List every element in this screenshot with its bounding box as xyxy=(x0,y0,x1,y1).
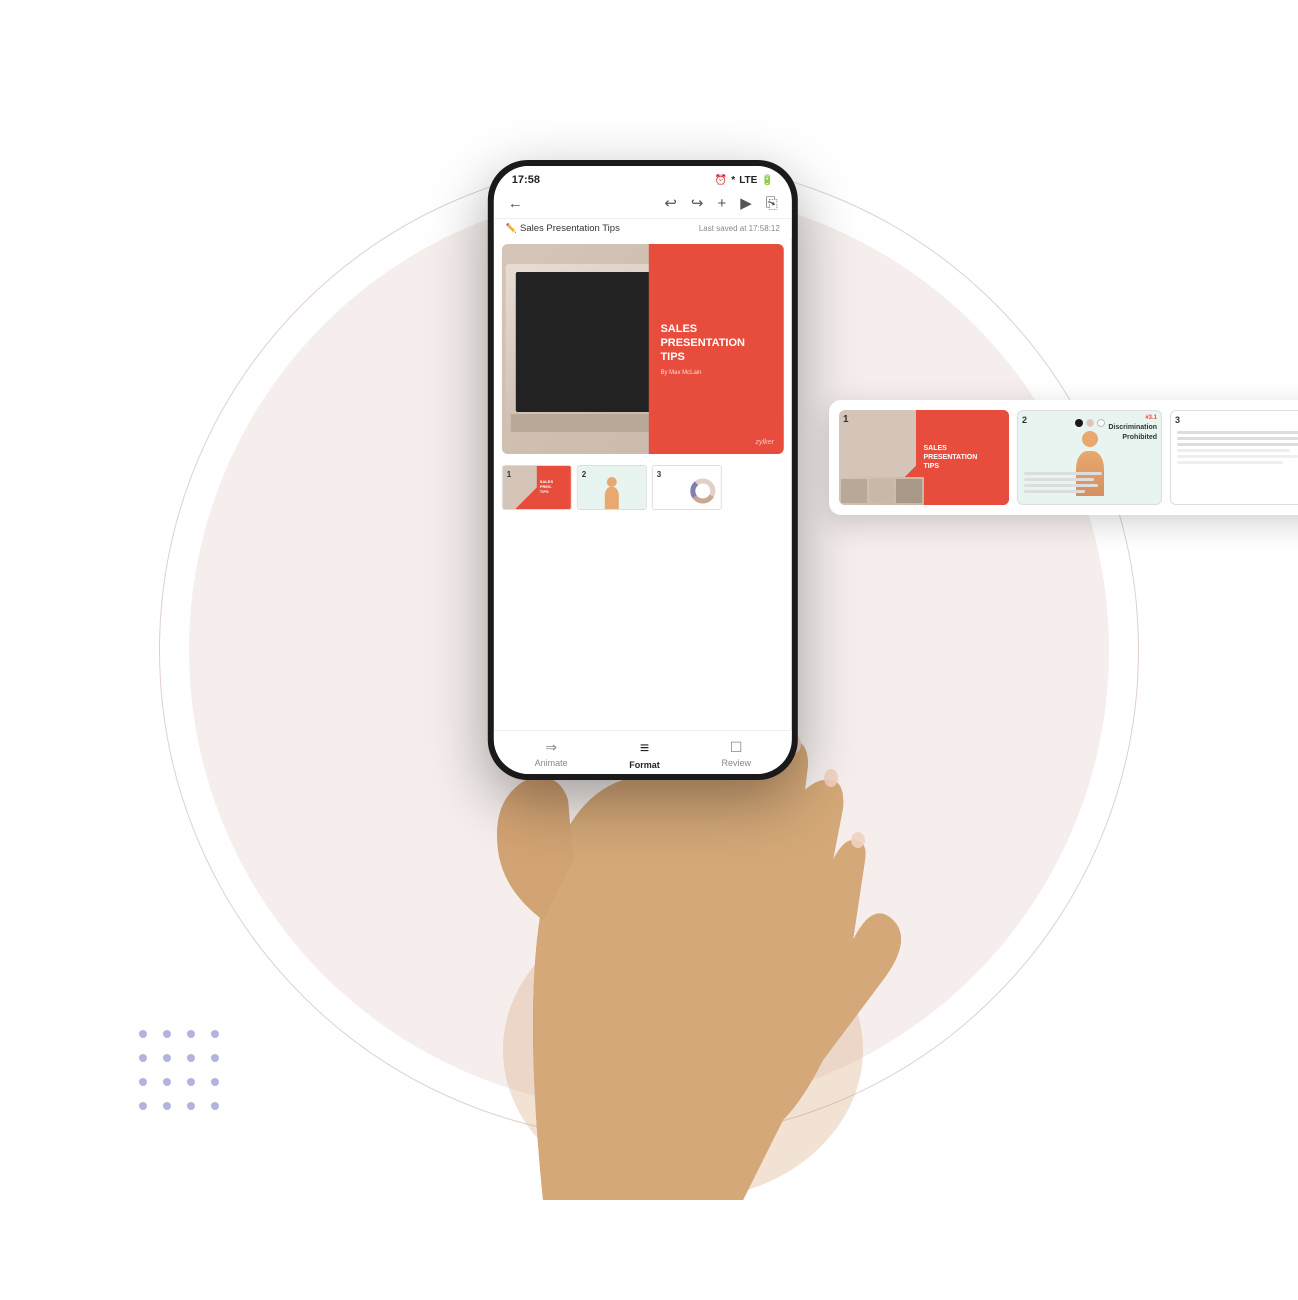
popup-slide-1-red-box: SALESPRESENTATIONTIPS xyxy=(916,410,1010,505)
nav-format[interactable]: ≡ Format xyxy=(629,740,660,768)
scene: 17:58 ⏰ * LTE 🔋 ← ↩ ↪ + ▶ xyxy=(99,100,1199,1200)
popup-person-head xyxy=(1082,431,1098,447)
phone-device: 17:58 ⏰ * LTE 🔋 ← ↩ ↪ + ▶ xyxy=(488,160,798,780)
main-slide-view[interactable]: SALESPRESENTATIONTIPS By Max McLain zylk… xyxy=(502,244,784,454)
redo-button[interactable]: ↪ xyxy=(691,194,704,212)
doc-title: Sales Presentation Tips xyxy=(520,223,620,234)
slide-thumbnail-strip: 1 SALESPRES.TIPS 2 xyxy=(494,460,792,515)
slide-popup-panel: 1 SALESPRESENTATIONTIPS 2 #3.1Discrimina… xyxy=(829,400,1298,515)
thumb-2-num: 2 xyxy=(582,470,586,479)
animate-label: Animate xyxy=(535,758,568,768)
slide-logo: zylker xyxy=(756,439,774,446)
popup-text-lines xyxy=(1024,472,1111,496)
popup-slide-1[interactable]: 1 SALESPRESENTATIONTIPS xyxy=(839,410,1009,505)
share-button[interactable]: ⎘ xyxy=(766,195,778,212)
edit-icon: ✏️ xyxy=(506,223,517,234)
popup-slide-2[interactable]: 2 #3.1DiscriminationProhibited xyxy=(1017,410,1162,505)
dot-grid-decoration xyxy=(139,1030,229,1120)
back-button[interactable]: ← xyxy=(508,195,523,212)
slide-thumb-1[interactable]: 1 SALESPRES.TIPS xyxy=(502,465,572,510)
doc-title-bar: ✏️ Sales Presentation Tips Last saved at… xyxy=(494,219,792,238)
status-time: 17:58 xyxy=(512,174,540,186)
slide-thumb-3[interactable]: 3 xyxy=(652,465,722,510)
popup-slide-3[interactable]: 3 at a Glance xyxy=(1170,410,1298,505)
format-active-indicator xyxy=(629,774,660,775)
slide-thumb-2[interactable]: 2 xyxy=(577,465,647,510)
popup-slide-3-num: 3 xyxy=(1175,415,1180,425)
popup-slide-3-text xyxy=(1177,431,1298,467)
slide-red-box: SALESPRESENTATIONTIPS By Max McLain xyxy=(648,244,783,454)
app-toolbar: ← ↩ ↪ + ▶ ⎘ xyxy=(494,190,792,219)
lte-icon: LTE xyxy=(739,175,757,186)
popup-slide-1-title: SALESPRESENTATIONTIPS xyxy=(924,444,1002,471)
status-icons: ⏰ * LTE 🔋 xyxy=(715,175,774,186)
nav-animate[interactable]: ⇒ Animate xyxy=(535,739,568,768)
phone-screen: 17:58 ⏰ * LTE 🔋 ← ↩ ↪ + ▶ xyxy=(494,166,792,774)
slide-title: SALESPRESENTATIONTIPS xyxy=(660,322,771,365)
slide-author: By Max McLain xyxy=(660,370,771,376)
popup-slide-2-title: #3.1DiscriminationProhibited xyxy=(1108,415,1157,442)
format-label: Format xyxy=(629,760,660,770)
alarm-icon: ⏰ xyxy=(715,175,727,186)
popup-slide-2-num: 2 xyxy=(1022,415,1027,425)
doc-save-status: Last saved at 17:58:12 xyxy=(699,224,780,233)
thumb-1-num: 1 xyxy=(507,470,511,479)
popup-slide-2-color-circles xyxy=(1075,419,1105,427)
nav-review[interactable]: ☐ Review xyxy=(721,739,751,768)
review-icon: ☐ xyxy=(730,739,743,756)
review-label: Review xyxy=(721,758,751,768)
format-icon: ≡ xyxy=(640,740,649,758)
toolbar-center: ↩ ↪ + ▶ ⎘ xyxy=(664,194,777,212)
status-bar: 17:58 ⏰ * LTE 🔋 xyxy=(494,166,792,190)
add-button[interactable]: + xyxy=(717,195,726,212)
laptop-image xyxy=(506,264,661,432)
animate-icon: ⇒ xyxy=(545,739,557,756)
battery-icon: 🔋 xyxy=(761,175,773,186)
undo-button[interactable]: ↩ xyxy=(664,194,677,212)
popup-slide-1-num: 1 xyxy=(843,414,849,425)
thumb-3-num: 3 xyxy=(657,470,661,479)
bluetooth-icon: * xyxy=(731,175,735,186)
bottom-nav: ⇒ Animate ≡ Format ☐ Review xyxy=(494,730,792,774)
play-button[interactable]: ▶ xyxy=(740,194,752,212)
